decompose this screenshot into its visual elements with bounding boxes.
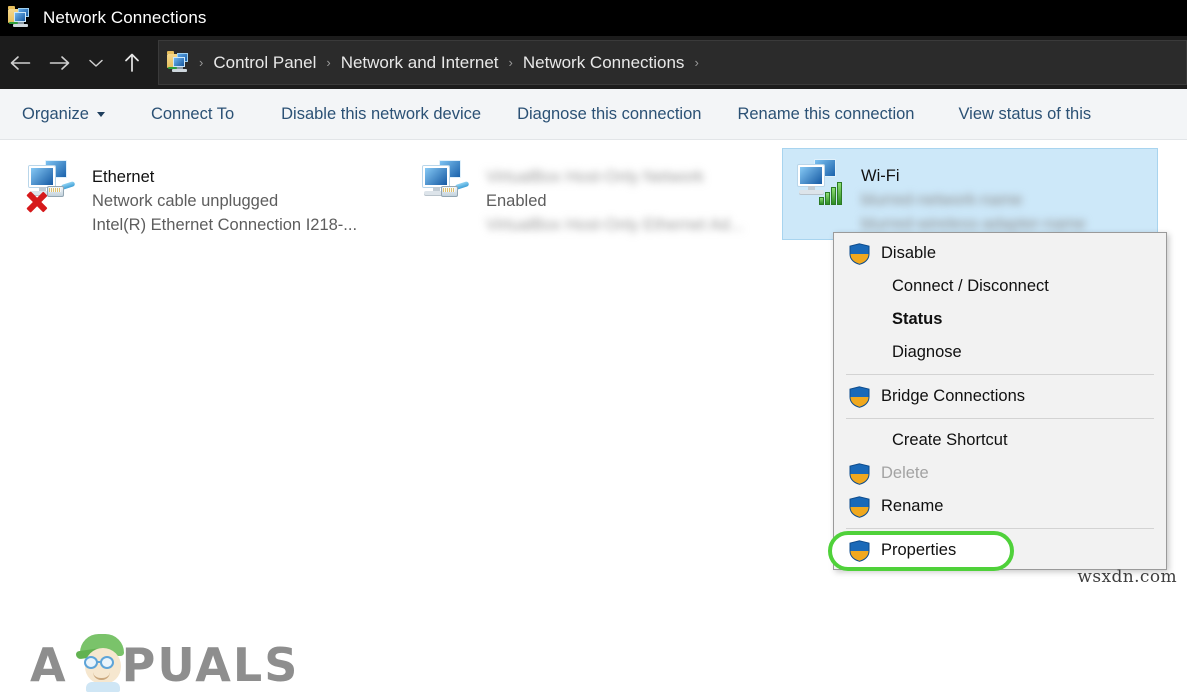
network-adapter-icon (22, 156, 84, 218)
connection-name: VirtualBox Host-Only Network (486, 168, 704, 186)
breadcrumb[interactable]: › Control Panel › Network and Internet ›… (158, 40, 1187, 85)
menu-separator (846, 418, 1154, 419)
chevron-down-icon[interactable] (80, 43, 112, 83)
connection-device: VirtualBox Host-Only Ethernet Ad... (486, 215, 744, 234)
toolbar-diagnose-connection-button[interactable]: Diagnose this connection (517, 99, 701, 130)
toolbar-view-status-button[interactable]: View status of this (958, 99, 1091, 130)
network-adapter-icon (416, 156, 478, 218)
menu-item-delete: Delete (834, 457, 1166, 490)
menu-item-label: Properties (881, 541, 957, 559)
menu-item-rename[interactable]: Rename (834, 490, 1166, 523)
breadcrumb-item-network-connections[interactable]: Network Connections (517, 50, 691, 76)
menu-item-label: Delete (881, 464, 929, 482)
connection-name: Ethernet (92, 168, 155, 186)
appuals-wordmark: A PUALS (30, 638, 300, 692)
path-network-folder-icon (167, 50, 193, 75)
menu-item-properties[interactable]: Properties (828, 531, 1166, 571)
breadcrumb-separator: › (508, 55, 513, 70)
connection-item-ethernet[interactable]: Ethernet Network cable unplugged Intel(R… (14, 150, 374, 240)
uac-shield-icon (849, 242, 870, 265)
rj45-plug-icon (441, 180, 470, 198)
menu-item-label: Status (892, 310, 943, 328)
caret-down-icon (96, 111, 105, 117)
back-arrow-icon[interactable] (0, 43, 40, 83)
forward-arrow-icon[interactable] (40, 43, 80, 83)
toolbar-disable-device-button[interactable]: Disable this network device (281, 99, 481, 130)
menu-item-label: Rename (881, 497, 944, 515)
breadcrumb-item-network-and-internet[interactable]: Network and Internet (335, 50, 505, 76)
menu-separator (846, 374, 1154, 375)
menu-item-status[interactable]: Status (834, 303, 1166, 336)
menu-item-diagnose[interactable]: Diagnose (834, 336, 1166, 369)
menu-item-label: Bridge Connections (881, 387, 1026, 405)
context-menu: Disable Connect / Disconnect Status Diag… (828, 232, 1167, 571)
menu-item-label: Disable (881, 244, 937, 262)
title-bar: Network Connections (0, 0, 1187, 36)
uac-shield-icon (849, 539, 870, 562)
menu-separator (846, 528, 1154, 529)
menu-item-connect-disconnect[interactable]: Connect / Disconnect (834, 270, 1166, 303)
connection-device: Intel(R) Ethernet Connection I218-... (92, 215, 358, 234)
window-title: Network Connections (43, 8, 207, 27)
uac-shield-icon (849, 495, 870, 518)
rj45-plug-icon (47, 180, 76, 198)
uac-shield-icon (849, 462, 870, 485)
address-bar: › Control Panel › Network and Internet ›… (0, 36, 1187, 89)
toolbar-organize-button[interactable]: Organize (22, 99, 105, 130)
connection-status: Network cable unplugged (92, 191, 279, 210)
menu-item-label: Diagnose (892, 343, 962, 361)
command-toolbar: Organize Connect To Disable this network… (0, 89, 1187, 140)
wireless-adapter-icon (791, 155, 853, 217)
site-watermark: wsxdn.com (1077, 567, 1177, 587)
menu-item-bridge-connections[interactable]: Bridge Connections (834, 380, 1166, 413)
appuals-mascot-icon (75, 632, 132, 692)
connection-status: Enabled (486, 191, 547, 210)
breadcrumb-item-control-panel[interactable]: Control Panel (207, 50, 322, 76)
breadcrumb-separator: › (326, 55, 331, 70)
toolbar-organize-label: Organize (22, 104, 89, 123)
network-folder-icon (8, 6, 34, 30)
connection-item-virtualbox-host-only[interactable]: VirtualBox Host-Only Network Enabled Vir… (408, 150, 778, 240)
connection-name: Wi-Fi (861, 167, 900, 185)
connection-item-wifi[interactable]: Wi-Fi blurred-network-name blurred-wirel… (782, 148, 1158, 240)
toolbar-connect-to-button[interactable]: Connect To (151, 99, 234, 130)
appuals-watermark-logo: A PUALS (30, 632, 297, 694)
menu-item-disable[interactable]: Disable (834, 237, 1166, 270)
up-arrow-icon[interactable] (112, 43, 152, 83)
menu-item-create-shortcut[interactable]: Create Shortcut (834, 424, 1166, 457)
toolbar-rename-connection-button[interactable]: Rename this connection (737, 99, 914, 130)
disconnected-x-icon (24, 190, 48, 214)
signal-bars-icon (819, 179, 849, 205)
uac-shield-icon (849, 385, 870, 408)
menu-item-label: Connect / Disconnect (892, 277, 1049, 295)
menu-item-label: Create Shortcut (892, 431, 1008, 449)
breadcrumb-separator: › (199, 55, 204, 70)
connection-status: blurred-network-name (861, 190, 1023, 209)
breadcrumb-separator: › (694, 55, 699, 70)
